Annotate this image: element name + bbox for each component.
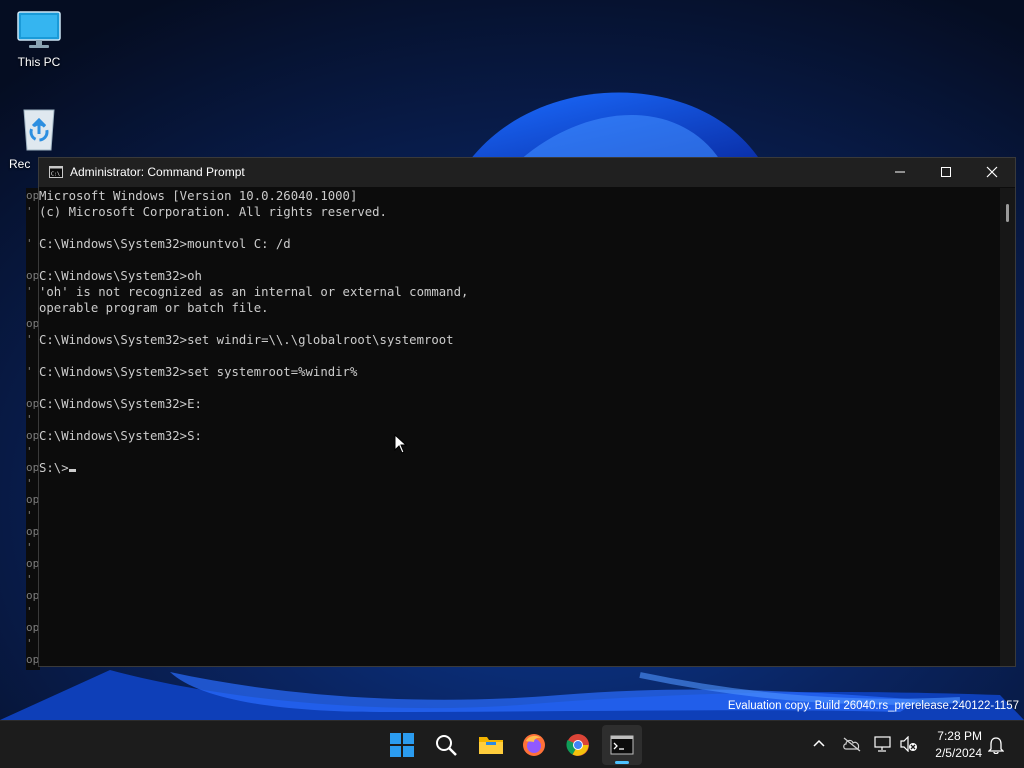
close-button[interactable]	[969, 158, 1015, 187]
system-clock[interactable]: 7:28 PM 2/5/2024	[935, 728, 982, 762]
terminal-line: C:\Windows\System32>set systemroot=%wind…	[39, 365, 358, 379]
monitor-icon	[17, 11, 61, 48]
active-app-indicator	[615, 761, 629, 764]
command-prompt-window[interactable]: C:\ Administrator: Command Prompt Micros…	[38, 157, 1016, 667]
desktop-icon-this-pc[interactable]: This PC	[3, 10, 75, 69]
command-prompt-taskbar-button[interactable]	[602, 725, 642, 765]
search-button[interactable]	[426, 725, 466, 765]
cmd-icon: C:\	[49, 166, 63, 178]
maximize-icon	[941, 167, 951, 177]
text-cursor	[68, 469, 76, 472]
clock-time: 7:28 PM	[937, 729, 982, 743]
firefox-icon	[523, 734, 545, 756]
terminal-line: C:\Windows\System32>set windir=\\.\globa…	[39, 333, 454, 347]
evaluation-watermark: Evaluation copy. Build 26040.rs_prerelea…	[727, 700, 1019, 712]
minimize-button[interactable]	[877, 158, 923, 187]
firefox-button[interactable]	[514, 725, 554, 765]
mouse-cursor-icon	[394, 434, 408, 454]
terminal-line: Microsoft Windows [Version 10.0.26040.10…	[39, 189, 358, 203]
terminal-line: C:\Windows\System32>oh	[39, 269, 202, 283]
clock-date: 2/5/2024	[935, 746, 982, 760]
window-title: Administrator: Command Prompt	[70, 165, 245, 179]
terminal-line: operable program or batch file.	[39, 301, 269, 315]
scrollbar-thumb[interactable]	[1006, 204, 1009, 222]
terminal-icon	[610, 735, 634, 755]
bell-icon[interactable]	[988, 736, 1004, 754]
terminal-line: 'oh' is not recognized as an internal or…	[39, 285, 469, 299]
terminal-line: C:\Windows\System32>S:	[39, 429, 202, 443]
terminal-line: (c) Microsoft Corporation. All rights re…	[39, 205, 387, 219]
terminal-line: C:\Windows\System32>E:	[39, 397, 202, 411]
minimize-icon	[895, 171, 905, 173]
terminal-line: C:\Windows\System32>mountvol C: /d	[39, 237, 291, 251]
chrome-icon	[566, 734, 589, 756]
taskbar: 7:28 PM 2/5/2024	[0, 720, 1024, 768]
close-icon	[986, 166, 998, 178]
chrome-button[interactable]	[558, 725, 598, 765]
desktop-icon-label: This PC	[17, 55, 61, 69]
vertical-scrollbar[interactable]	[1000, 188, 1015, 666]
folder-icon	[479, 737, 503, 754]
svg-text:C:\: C:\	[51, 172, 60, 178]
search-icon	[436, 735, 457, 756]
onedrive-off-icon[interactable]	[842, 736, 862, 752]
recycle-bin-icon	[23, 109, 55, 151]
volume-muted-icon[interactable]	[900, 736, 918, 752]
chevron-up-icon[interactable]	[813, 738, 825, 748]
file-explorer-button[interactable]	[470, 725, 510, 765]
terminal-output[interactable]: Microsoft Windows [Version 10.0.26040.10…	[39, 188, 1001, 664]
network-icon[interactable]	[874, 736, 892, 752]
start-button[interactable]	[382, 725, 422, 765]
maximize-button[interactable]	[923, 158, 969, 187]
window-titlebar[interactable]: C:\ Administrator: Command Prompt	[39, 158, 1015, 187]
windows-start-icon	[390, 733, 414, 757]
terminal-line: S:\>	[39, 460, 1001, 476]
